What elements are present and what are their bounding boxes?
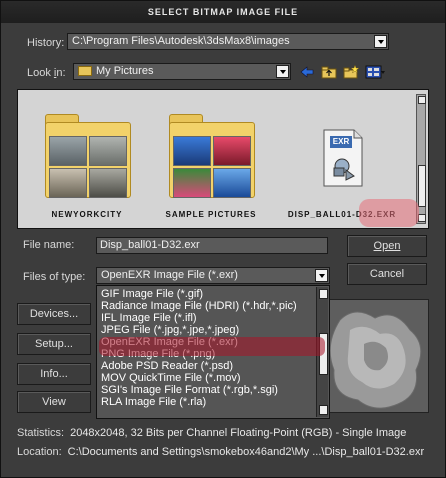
file-type-dropdown[interactable]: GIF Image File (*.gif) Radiance Image Fil… bbox=[96, 285, 330, 419]
exr-file-icon: EXR bbox=[296, 110, 388, 200]
scroll-thumb[interactable] bbox=[319, 333, 328, 375]
statistics-label: Statistics: bbox=[17, 427, 65, 439]
new-folder-icon[interactable] bbox=[343, 65, 359, 79]
chevron-down-icon[interactable] bbox=[276, 65, 289, 78]
item-label: SAMPLE PICTURES bbox=[165, 210, 257, 219]
item-label: DISP_BALL01-D32.EXR bbox=[287, 210, 397, 219]
open-button[interactable]: Open bbox=[347, 235, 427, 257]
folder-icon bbox=[78, 66, 92, 77]
folder-icon bbox=[41, 110, 133, 200]
setup-button[interactable]: Setup... bbox=[17, 333, 91, 355]
info-button[interactable]: Info... bbox=[17, 363, 91, 385]
scroll-down-icon[interactable] bbox=[319, 405, 328, 415]
statistics-line: Statistics: 2048x2048, 32 Bits per Channe… bbox=[17, 427, 406, 439]
file-type-option[interactable]: Radiance Image File (HDRI) (*.hdr,*.pic) bbox=[97, 300, 315, 312]
folder-icon bbox=[165, 110, 257, 200]
file-name-input[interactable]: Disp_ball01-D32.exr bbox=[96, 237, 328, 254]
image-preview bbox=[319, 299, 429, 413]
scroll-up-icon[interactable] bbox=[319, 289, 328, 299]
back-icon[interactable] bbox=[299, 65, 315, 79]
scroll-up-icon[interactable] bbox=[418, 96, 426, 104]
cancel-button[interactable]: Cancel bbox=[347, 263, 427, 285]
devices-button[interactable]: Devices... bbox=[17, 303, 91, 325]
file-name-label: File name: bbox=[23, 239, 75, 251]
statistics-value: 2048x2048, 32 Bits per Channel Floating-… bbox=[70, 427, 407, 439]
file-type-option[interactable]: OpenEXR Image File (*.exr) bbox=[97, 336, 315, 348]
item-label: NEWYORKCITY bbox=[51, 210, 123, 219]
scroll-thumb[interactable] bbox=[418, 165, 426, 207]
browser-scrollbar[interactable] bbox=[416, 94, 426, 224]
file-browser[interactable]: NEWYORKCITY SAMPLE PICTURES EXR DISP_BAL… bbox=[17, 89, 429, 229]
file-type-option[interactable]: SGI's Image File Format (*.rgb,*.sgi) bbox=[97, 384, 315, 396]
view-menu-icon[interactable] bbox=[365, 65, 385, 79]
files-of-type-combo[interactable]: OpenEXR Image File (*.exr) bbox=[96, 267, 330, 284]
chevron-down-icon[interactable] bbox=[315, 269, 328, 282]
file-type-option[interactable]: IFL Image File (*.ifl) bbox=[97, 312, 315, 324]
view-button[interactable]: View bbox=[17, 391, 91, 413]
location-line: Location: C:\Documents and Settings\smoke… bbox=[17, 446, 424, 458]
history-label: History: bbox=[27, 37, 65, 49]
folder-item-newyorkcity[interactable]: NEWYORKCITY bbox=[32, 110, 142, 219]
look-in-value: My Pictures bbox=[96, 65, 154, 77]
location-value: C:\Documents and Settings\smokebox46and2… bbox=[67, 446, 425, 458]
dropdown-scrollbar[interactable] bbox=[316, 287, 328, 417]
chevron-down-icon[interactable] bbox=[374, 35, 387, 48]
history-combo[interactable]: C:\Program Files\Autodesk\3dsMax8\images bbox=[67, 33, 389, 50]
up-folder-icon[interactable] bbox=[321, 65, 337, 79]
files-of-type-value: OpenEXR Image File (*.exr) bbox=[101, 269, 238, 281]
file-type-option[interactable]: GIF Image File (*.gif) bbox=[97, 288, 315, 300]
file-item-disp-ball[interactable]: EXR DISP_BALL01-D32.EXR bbox=[280, 110, 404, 219]
location-label: Location: bbox=[17, 446, 62, 458]
file-type-option[interactable]: Adobe PSD Reader (*.psd) bbox=[97, 360, 315, 372]
look-in-label: Look in: bbox=[27, 67, 66, 79]
folder-item-sample-pictures[interactable]: SAMPLE PICTURES bbox=[156, 110, 266, 219]
select-bitmap-dialog: SELECT BITMAP IMAGE FILE History: C:\Pro… bbox=[0, 0, 446, 478]
open-button-label: Open bbox=[373, 240, 401, 252]
file-type-option[interactable]: MOV QuickTime File (*.mov) bbox=[97, 372, 315, 384]
file-type-list: GIF Image File (*.gif) Radiance Image Fil… bbox=[97, 288, 315, 408]
scroll-down-icon[interactable] bbox=[418, 214, 426, 222]
history-value: C:\Program Files\Autodesk\3dsMax8\images bbox=[72, 35, 290, 47]
files-of-type-label: Files of type: bbox=[23, 271, 86, 283]
look-in-combo[interactable]: My Pictures bbox=[73, 63, 291, 80]
file-type-option[interactable]: JPEG File (*.jpg,*.jpe,*.jpeg) bbox=[97, 324, 315, 336]
exr-badge: EXR bbox=[332, 137, 350, 146]
file-type-option[interactable]: PNG Image File (*.png) bbox=[97, 348, 315, 360]
dialog-title: SELECT BITMAP IMAGE FILE bbox=[1, 1, 445, 23]
file-type-option[interactable]: RLA Image File (*.rla) bbox=[97, 396, 315, 408]
